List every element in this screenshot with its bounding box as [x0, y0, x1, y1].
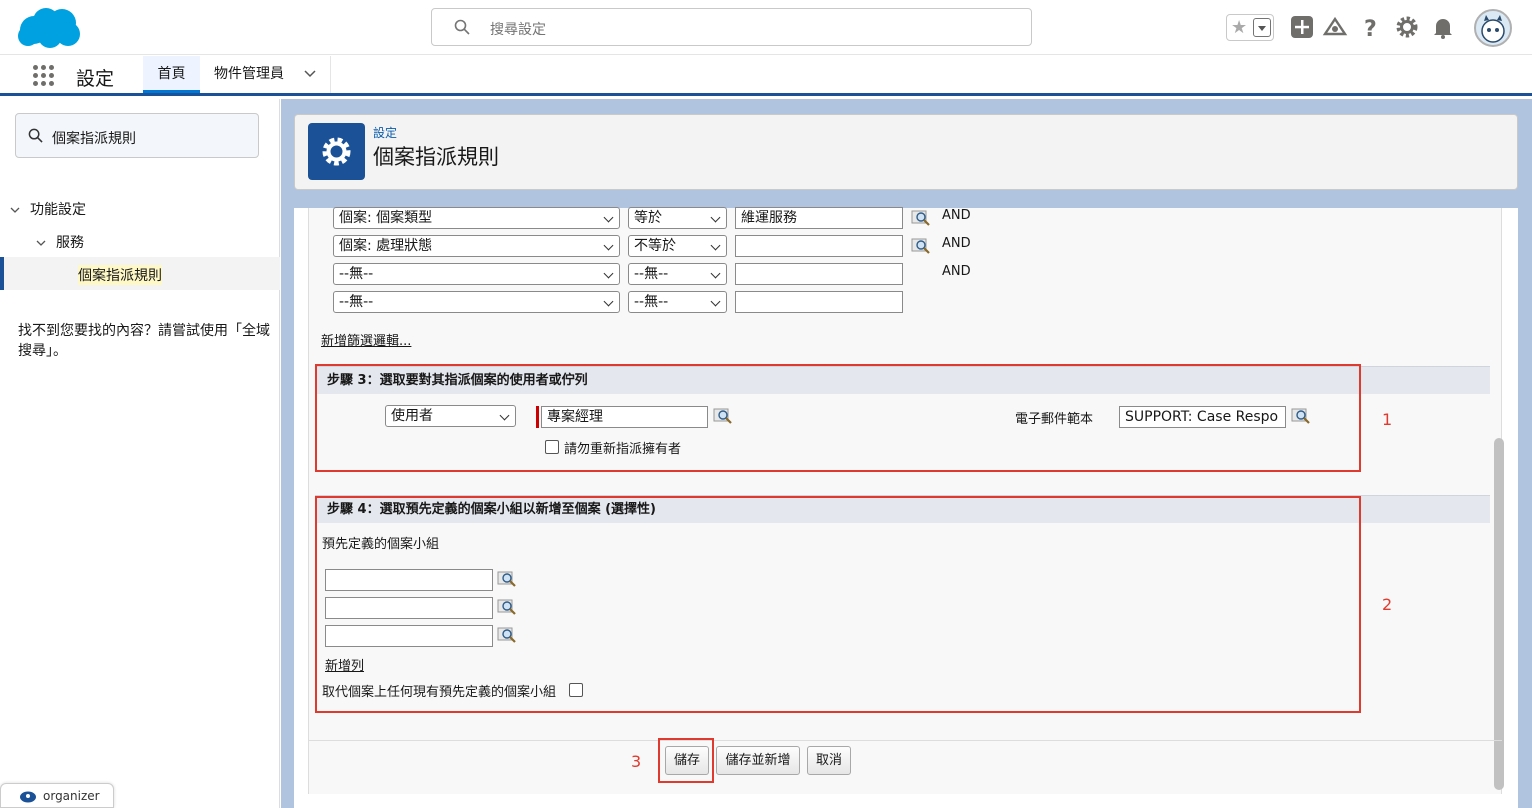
organizer-extension-tab[interactable]: organizer: [0, 783, 114, 808]
lookup-icon[interactable]: [911, 209, 931, 227]
setup-gear-icon: [308, 123, 365, 180]
organizer-cloud-icon: [20, 791, 36, 803]
page-title: 個案指派規則: [373, 145, 499, 169]
tab-home[interactable]: 首頁: [143, 56, 200, 93]
chevron-down-icon[interactable]: [36, 240, 46, 247]
tree-item-label: 服務: [56, 235, 84, 251]
criteria-operator-select[interactable]: 不等於: [628, 235, 727, 257]
criteria-operator-select[interactable]: --無--: [628, 291, 727, 313]
chevron-down-icon[interactable]: [304, 70, 316, 78]
organizer-label: organizer: [43, 789, 100, 803]
criteria-operator-select[interactable]: --無--: [628, 263, 727, 285]
setup-sidebar: 個案指派規則 功能設定 服務 個案指派規則 找不到您要找的內容？請嘗試使用「全域…: [0, 99, 280, 808]
svg-text:?: ?: [1364, 17, 1377, 40]
favorites-button[interactable]: ★: [1226, 14, 1274, 41]
gear-icon[interactable]: [1394, 14, 1420, 40]
criteria-field-select[interactable]: 個案: 處理狀態: [333, 235, 620, 257]
avatar[interactable]: [1474, 9, 1512, 47]
app-name: 設定: [76, 68, 115, 90]
criteria-value-input[interactable]: [735, 291, 903, 313]
save-and-new-button[interactable]: 儲存並新增: [716, 746, 800, 775]
page-header: 設定 個案指派規則: [294, 114, 1518, 190]
annotation-box-step3: [315, 364, 1361, 472]
favorites-menu-chevron-down-icon[interactable]: [1253, 18, 1271, 37]
criteria-connector: AND: [942, 264, 971, 279]
global-header: 搜尋設定 ★ ?: [0, 0, 1532, 55]
tab-object-manager[interactable]: 物件管理員: [200, 56, 331, 93]
tree-item-case-assignment-rules[interactable]: 個案指派規則: [0, 257, 280, 290]
criteria-connector: AND: [942, 208, 971, 223]
search-icon: [454, 19, 470, 35]
cancel-button[interactable]: 取消: [807, 746, 851, 775]
scrollbar[interactable]: [1494, 438, 1504, 790]
criteria-field-select[interactable]: --無--: [333, 263, 620, 285]
app-navigation-bar: 設定 首頁 物件管理員: [0, 56, 1532, 96]
quick-find-input[interactable]: 個案指派規則: [15, 113, 259, 158]
tree-item-label: 個案指派規則: [78, 265, 162, 285]
search-icon: [28, 128, 43, 143]
annotation-number-2: 2: [1382, 595, 1393, 614]
criteria-connector: AND: [942, 236, 971, 251]
tree-item-label: 功能設定: [30, 202, 86, 218]
search-placeholder: 搜尋設定: [490, 22, 546, 38]
help-icon[interactable]: ?: [1358, 14, 1384, 40]
criteria-value-input[interactable]: [735, 263, 903, 285]
criteria-field-select[interactable]: 個案: 個案類型: [333, 207, 620, 229]
tab-object-manager-label: 物件管理員: [214, 66, 284, 82]
breadcrumb[interactable]: 設定: [373, 124, 397, 141]
global-search-hint: 找不到您要找的內容？請嘗試使用「全域搜尋」。: [18, 323, 270, 359]
star-icon[interactable]: ★: [1231, 17, 1247, 38]
astro-avatar-icon: [1481, 15, 1505, 43]
chevron-down-icon[interactable]: [10, 207, 20, 214]
tree-item-service[interactable]: 服務: [36, 232, 84, 252]
lookup-icon[interactable]: [911, 237, 931, 255]
criteria-value-input[interactable]: 維運服務: [735, 207, 903, 229]
criteria-field-select[interactable]: --無--: [333, 291, 620, 313]
quick-find-value: 個案指派規則: [52, 131, 136, 147]
annotation-number-3: 3: [631, 752, 642, 771]
annotation-box-step4: [315, 496, 1361, 713]
trailhead-icon[interactable]: [1322, 14, 1348, 40]
criteria-operator-select[interactable]: 等於: [628, 207, 727, 229]
add-filter-logic-link[interactable]: 新增篩選邏輯...: [321, 330, 411, 349]
plus-icon[interactable]: [1289, 14, 1315, 40]
salesforce-logo[interactable]: [16, 6, 82, 50]
tree-item-feature-settings[interactable]: 功能設定: [10, 199, 86, 219]
bell-icon[interactable]: [1430, 14, 1456, 40]
setup-search-input[interactable]: 搜尋設定: [431, 8, 1032, 46]
app-launcher-icon[interactable]: [33, 65, 55, 87]
button-row-divider: [308, 740, 1502, 741]
criteria-value-input[interactable]: [735, 235, 903, 257]
annotation-number-1: 1: [1382, 410, 1393, 429]
annotation-box-save: [658, 738, 714, 783]
